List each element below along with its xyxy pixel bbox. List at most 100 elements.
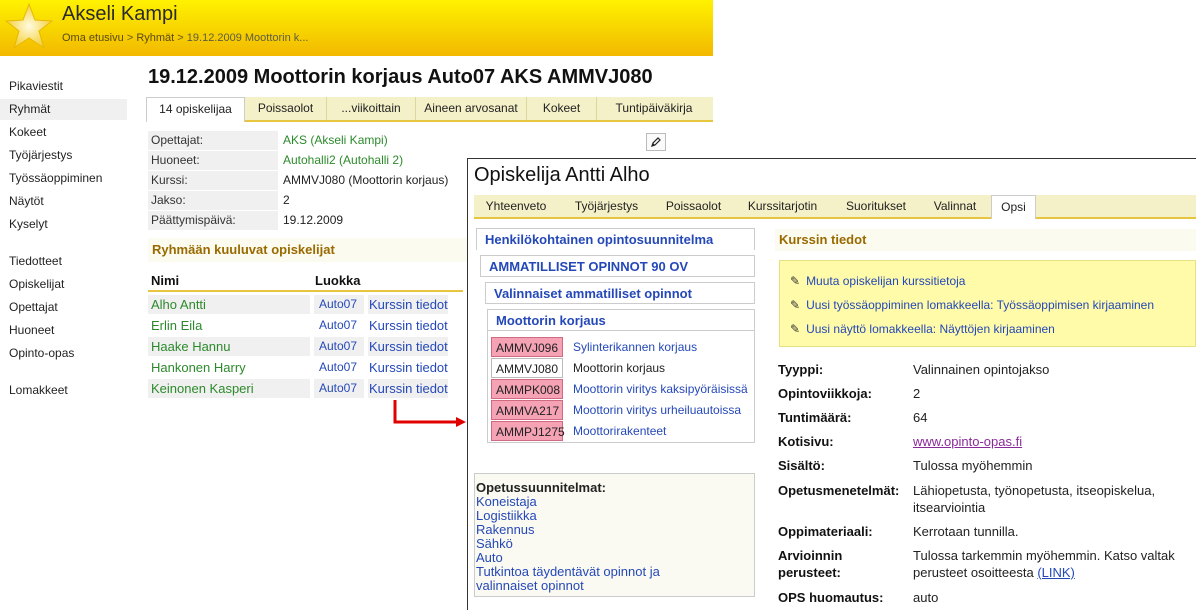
tab-absences[interactable]: Poissaolot: [245, 97, 327, 120]
sidebar-item-lomakkeet[interactable]: Lomakkeet: [0, 380, 127, 401]
breadcrumb-item-current: 19.12.2009 Moottorin k...: [186, 32, 309, 44]
breadcrumb-item-groups[interactable]: Ryhmät: [136, 32, 174, 44]
detail-value-assessment: Tulossa tarkemmin myöhemmin. Katso valta…: [913, 547, 1196, 581]
student-name[interactable]: Haake Hannu: [148, 337, 310, 356]
curriculum-link[interactable]: Koneistaja: [476, 495, 754, 509]
detail-value-content: Tulossa myöhemmin: [913, 458, 1033, 473]
action-label[interactable]: Uusi työssäoppiminen lomakkeella: Työssä…: [806, 298, 1154, 312]
tab-choices[interactable]: Valinnat: [919, 195, 991, 217]
curriculum-link[interactable]: Sähkö: [476, 537, 754, 551]
plan-section[interactable]: AMMATILLISET OPINNOT 90 OV: [480, 255, 755, 277]
student-class[interactable]: Auto07: [314, 337, 364, 356]
plan-subsection[interactable]: Valinnaiset ammatilliset opinnot: [485, 282, 755, 304]
student-name[interactable]: Hankonen Harry: [148, 358, 310, 377]
curricula-box: Opetussuunnitelmat: Koneistaja Logistiik…: [474, 473, 755, 597]
detail-value-material: Kerrotaan tunnilla.: [913, 524, 1019, 539]
course-code[interactable]: AMMVA217: [491, 400, 563, 420]
course-row: AMMPK008 Moottorin viritys kaksipyöräisi…: [491, 379, 755, 400]
course-row: AMMVJ080 Moottorin korjaus: [491, 358, 755, 379]
tab-exams[interactable]: Kokeet: [527, 97, 597, 120]
column-header-name[interactable]: Nimi: [151, 273, 179, 288]
breadcrumb-separator: >: [177, 32, 184, 44]
info-value: 19.12.2009: [283, 213, 344, 227]
student-name[interactable]: Keinonen Kasperi: [148, 379, 310, 398]
action-edit-course[interactable]: ✎ Muuta opiskelijan kurssitietoja: [790, 274, 965, 288]
sidebar-item-ryhmat[interactable]: Ryhmät: [0, 99, 127, 120]
course-info-link[interactable]: Kurssin tiedot: [368, 337, 448, 356]
curriculum-link[interactable]: Logistiikka: [476, 509, 754, 523]
tab-opsi[interactable]: Opsi: [991, 195, 1036, 219]
app-title[interactable]: Akseli Kampi: [62, 3, 178, 26]
sidebar-item-tyojarjestys[interactable]: Työjärjestys: [0, 145, 127, 166]
sidebar-item-naytot[interactable]: Näytöt: [0, 191, 127, 212]
students-table-header: Nimi Luokka: [148, 270, 463, 292]
tab-weekly[interactable]: ...viikoittain: [327, 97, 416, 120]
info-value-teacher-link[interactable]: AKS (Akseli Kampi): [282, 131, 388, 150]
action-new-workplace-learning[interactable]: ✎ Uusi työssäoppiminen lomakkeella: Työss…: [790, 298, 1154, 312]
course-code[interactable]: AMMVJ080: [491, 358, 563, 378]
curriculum-link[interactable]: Tutkintoa täydentävät opinnot ja: [476, 565, 754, 579]
pencil-icon: ✎: [790, 322, 801, 336]
breadcrumb: Oma etusivu > Ryhmät > 19.12.2009 Mootto…: [62, 32, 308, 44]
action-new-demonstration[interactable]: ✎ Uusi näyttö lomakkeella: Näyttöjen kirj…: [790, 322, 1055, 336]
sidebar-item-opinto-opas[interactable]: Opinto-opas: [0, 343, 127, 364]
assessment-link[interactable]: (LINK): [1037, 565, 1075, 580]
info-label: Huoneet:: [148, 151, 278, 170]
homepage-link[interactable]: www.opinto-opas.fi: [913, 434, 1022, 449]
detail-value-hours: 64: [913, 410, 928, 425]
course-info-link[interactable]: Kurssin tiedot: [368, 316, 448, 335]
plan-heading[interactable]: Henkilökohtainen opintosuunnitelma: [476, 228, 755, 250]
tab-completions[interactable]: Suoritukset: [833, 195, 919, 217]
info-value-room-link[interactable]: Autohalli2 (Autohalli 2): [282, 151, 403, 170]
group-tabs: 14 opiskelijaa Poissaolot ...viikoittain…: [146, 97, 713, 122]
tab-absences[interactable]: Poissaolot: [655, 195, 732, 217]
tab-students[interactable]: 14 opiskelijaa: [146, 97, 245, 122]
detail-label-credits: Opintoviikkoja:: [778, 386, 872, 401]
curriculum-link[interactable]: Rakennus: [476, 523, 754, 537]
tab-summary[interactable]: Yhteenveto: [474, 195, 558, 217]
tab-course-offering[interactable]: Kurssitarjotin: [732, 195, 833, 217]
course-info-link[interactable]: Kurssin tiedot: [368, 295, 448, 314]
course-code[interactable]: AMMPK008: [491, 379, 563, 399]
sidebar-item-kyselyt[interactable]: Kyselyt: [0, 214, 127, 235]
curriculum-link[interactable]: valinnaiset opinnot: [476, 579, 754, 593]
plan-group[interactable]: Moottorin korjaus: [487, 309, 755, 331]
tab-timetable[interactable]: Työjärjestys: [558, 195, 655, 217]
sidebar-item-tiedotteet[interactable]: Tiedotteet: [0, 251, 127, 272]
sidebar-item-kokeet[interactable]: Kokeet: [0, 122, 127, 143]
breadcrumb-item-home[interactable]: Oma etusivu: [62, 32, 124, 44]
sidebar-item-huoneet[interactable]: Huoneet: [0, 320, 127, 341]
curriculum-link[interactable]: Auto: [476, 551, 754, 565]
course-code[interactable]: AMMPJ1275: [491, 421, 565, 441]
column-header-class[interactable]: Luokka: [315, 273, 361, 288]
student-class[interactable]: Auto07: [314, 358, 364, 377]
tab-grades[interactable]: Aineen arvosanat: [416, 97, 527, 120]
label-line: perusteet:: [778, 565, 841, 580]
sidebar-item-opettajat[interactable]: Opettajat: [0, 297, 127, 318]
sidebar-item-pikaviestit[interactable]: Pikaviestit: [0, 76, 127, 97]
info-value: AMMVJ080 (Moottorin korjaus): [283, 173, 449, 187]
course-name-link[interactable]: Sylinterikannen korjaus: [573, 337, 755, 357]
detail-label-methods: Opetusmenetelmät:: [778, 483, 900, 498]
detail-label-ops-note: OPS huomautus:: [778, 590, 884, 605]
sidebar-item-tyossaoppiminen[interactable]: Työssäoppiminen: [0, 168, 127, 189]
info-row-teachers: Opettajat: AKS (Akseli Kampi): [148, 131, 668, 151]
course-info-link[interactable]: Kurssin tiedot: [368, 358, 448, 377]
breadcrumb-separator: >: [126, 32, 134, 44]
tab-lesson-diary[interactable]: Tuntipäiväkirja: [597, 97, 711, 120]
course-code[interactable]: AMMVJ096: [491, 337, 563, 357]
course-name-link[interactable]: Moottorin viritys urheiluautoissa: [573, 400, 755, 420]
action-label[interactable]: Muuta opiskelijan kurssitietoja: [806, 274, 965, 288]
value-line: Tulossa tarkemmin myöhemmin. Katso valta…: [913, 548, 1175, 563]
edit-button[interactable]: [646, 133, 666, 151]
student-name[interactable]: Alho Antti: [148, 295, 310, 314]
student-class[interactable]: Auto07: [314, 379, 364, 398]
student-name[interactable]: Erlin Eila: [148, 316, 310, 335]
course-name-link[interactable]: Moottorin viritys kaksipyöräisissä: [573, 379, 755, 399]
sidebar-item-opiskelijat[interactable]: Opiskelijat: [0, 274, 127, 295]
action-label[interactable]: Uusi näyttö lomakkeella: Näyttöjen kirja…: [806, 322, 1055, 336]
course-name-link[interactable]: Moottorirakenteet: [573, 421, 755, 441]
course-info-link[interactable]: Kurssin tiedot: [368, 379, 448, 398]
student-class[interactable]: Auto07: [314, 295, 364, 314]
student-class[interactable]: Auto07: [314, 316, 364, 335]
